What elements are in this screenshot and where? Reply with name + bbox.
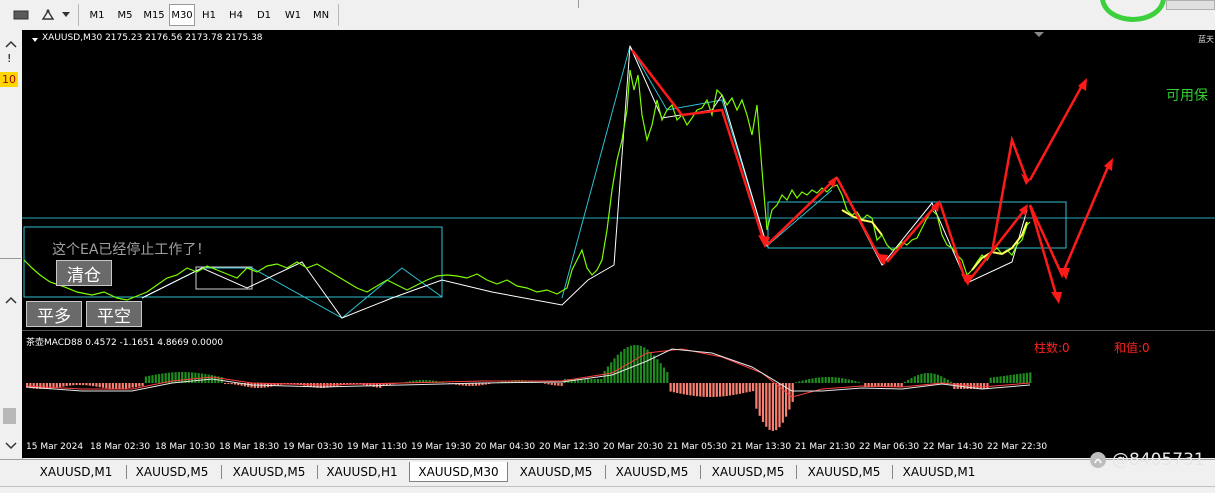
axis-label: 20 Mar 12:30 — [539, 442, 599, 452]
drawing-tools-icon[interactable] — [38, 4, 58, 26]
axis-label: 20 Mar 04:30 — [475, 442, 535, 452]
timeframe-h4[interactable]: H4 — [224, 4, 248, 26]
axis-label: 21 Mar 21:30 — [795, 442, 855, 452]
chart-header: XAUUSD,M30 2175.23 2176.56 2173.78 2175.… — [42, 33, 263, 43]
timeframe-m30[interactable]: M30 — [169, 4, 195, 26]
scrollbar-thumb[interactable] — [3, 408, 16, 424]
timeframe-m15[interactable]: M15 — [140, 4, 168, 26]
axis-label: 18 Mar 10:30 — [155, 442, 215, 452]
axis-label: 21 Mar 05:30 — [667, 442, 727, 452]
close-all-button[interactable]: 清仓 — [56, 260, 112, 286]
timeframe-w1[interactable]: W1 — [280, 4, 306, 26]
time-axis: 15 Mar 2024 18 Mar 02:30 18 Mar 10:30 18… — [22, 438, 1215, 458]
tab-chart[interactable]: XAUUSD,M5 — [797, 462, 891, 482]
tab-chart[interactable]: XAUUSD,M5 — [222, 462, 316, 482]
tab-chart[interactable]: XAUUSD,M5 — [702, 462, 794, 482]
timeframe-d1[interactable]: D1 — [252, 4, 276, 26]
axis-label: 18 Mar 18:30 — [219, 442, 279, 452]
scroll-up-icon-2[interactable] — [4, 290, 18, 300]
tab-chart[interactable]: XAUUSD,H1 — [318, 462, 406, 482]
left-panel: ! 10 — [0, 30, 23, 460]
alert-mark: ! — [7, 52, 11, 65]
ea-stopped-notice: 这个EA已经停止工作了！ — [52, 239, 210, 259]
axis-label: 22 Mar 06:30 — [859, 442, 919, 452]
tab-chart-active[interactable]: XAUUSD,M30 — [409, 462, 508, 482]
axis-label: 19 Mar 11:30 — [347, 442, 407, 452]
bar-count-label: 柱数:0 — [1034, 339, 1070, 356]
timeframe-h1[interactable]: H1 — [197, 4, 221, 26]
tab-chart[interactable]: XAUUSD,M5 — [510, 462, 602, 482]
timeframe-mn[interactable]: MN — [308, 4, 334, 26]
status-indicator-icon — [1100, 0, 1166, 22]
scroll-down-icon[interactable] — [4, 436, 18, 446]
tab-chart[interactable]: XAUUSD,M5 — [606, 462, 698, 482]
chart-tabs: XAUUSD,M1 XAUUSD,M5 XAUUSD,M5 XAUUSD,H1 … — [0, 459, 1215, 493]
axis-label: 19 Mar 03:30 — [283, 442, 343, 452]
timeframe-m1[interactable]: M1 — [84, 4, 110, 26]
sum-label: 和值:0 — [1114, 339, 1150, 356]
macd-panel[interactable]: 茶壶MACD88 0.4572 -1.1651 4.8669 0.0000 柱数… — [22, 330, 1215, 439]
social-logo-icon — [1090, 452, 1106, 468]
tab-chart[interactable]: XAUUSD,M1 — [28, 462, 124, 482]
axis-label: 21 Mar 13:30 — [731, 442, 791, 452]
tab-chart[interactable]: XAUUSD,M1 — [893, 462, 985, 482]
axis-label: 18 Mar 02:30 — [90, 442, 150, 452]
flat-short-button[interactable]: 平空 — [86, 301, 142, 327]
axis-label: 20 Mar 20:30 — [603, 442, 663, 452]
axis-label: 22 Mar 14:30 — [923, 442, 983, 452]
chevron-down-icon[interactable] — [60, 4, 72, 26]
axis-label: 22 Mar 22:30 — [987, 442, 1047, 452]
scroll-up-icon[interactable] — [4, 34, 18, 44]
axis-label: 19 Mar 19:30 — [411, 442, 471, 452]
available-margin-label: 可用保 — [1166, 85, 1208, 105]
toolbar: M1 M5 M15 M30 H1 H4 D1 W1 MN — [0, 0, 1215, 31]
price-chart[interactable]: XAUUSD,M30 2175.23 2176.56 2173.78 2175.… — [22, 30, 1215, 330]
timeframe-m5[interactable]: M5 — [112, 4, 138, 26]
watermark-handle: @8405731 — [1112, 450, 1205, 470]
flat-long-button[interactable]: 平多 — [26, 301, 82, 327]
tab-chart[interactable]: XAUUSD,M5 — [128, 462, 216, 482]
axis-label: 15 Mar 2024 — [26, 442, 83, 452]
indicator-header: 茶壶MACD88 0.4572 -1.1651 4.8669 0.0000 — [26, 335, 223, 348]
count-badge: 10 — [0, 72, 18, 87]
corner-label: 蓝天 — [1198, 34, 1214, 45]
chart-type-icon[interactable] — [8, 4, 34, 26]
